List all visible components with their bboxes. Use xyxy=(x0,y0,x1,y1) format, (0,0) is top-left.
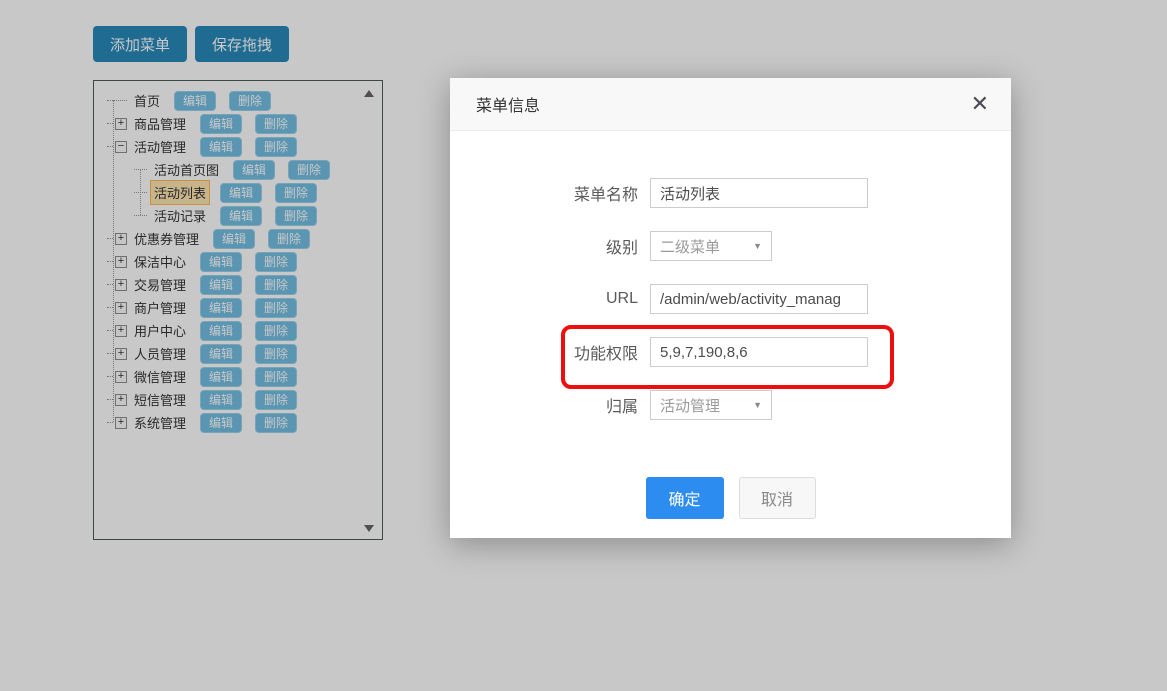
cancel-button[interactable]: 取消 xyxy=(739,477,816,519)
menu-name-row: 菜单名称 xyxy=(450,178,1011,208)
permissions-input[interactable] xyxy=(650,337,868,367)
menu-name-input[interactable] xyxy=(650,178,868,208)
permissions-label: 功能权限 xyxy=(450,340,638,364)
dialog-title: 菜单信息 xyxy=(476,92,540,116)
close-icon[interactable]: ✕ xyxy=(971,93,989,115)
level-select[interactable]: 二级菜单 ▼ xyxy=(650,231,772,261)
dialog-body: 菜单名称 级别 二级菜单 ▼ URL 功能权限 归属 活动管理 ▼ xyxy=(450,131,1011,519)
menu-info-dialog: 菜单信息 ✕ 菜单名称 级别 二级菜单 ▼ URL 功能权限 归属 活动管理 xyxy=(450,78,1011,538)
menu-name-label: 菜单名称 xyxy=(450,181,638,205)
parent-row: 归属 活动管理 ▼ xyxy=(450,390,1011,420)
dialog-header: 菜单信息 ✕ xyxy=(450,78,1011,131)
url-row: URL xyxy=(450,284,1011,314)
level-select-value: 二级菜单 xyxy=(660,236,720,257)
parent-select[interactable]: 活动管理 ▼ xyxy=(650,390,772,420)
url-input[interactable] xyxy=(650,284,868,314)
parent-label: 归属 xyxy=(450,393,638,417)
parent-select-value: 活动管理 xyxy=(660,395,720,416)
permissions-row: 功能权限 xyxy=(450,337,1011,367)
url-label: URL xyxy=(450,290,638,308)
level-label: 级别 xyxy=(450,234,638,258)
chevron-down-icon: ▼ xyxy=(753,400,762,410)
level-row: 级别 二级菜单 ▼ xyxy=(450,231,1011,261)
ok-button[interactable]: 确定 xyxy=(646,477,724,519)
dialog-footer: 确定 取消 xyxy=(450,477,1011,519)
chevron-down-icon: ▼ xyxy=(753,241,762,251)
